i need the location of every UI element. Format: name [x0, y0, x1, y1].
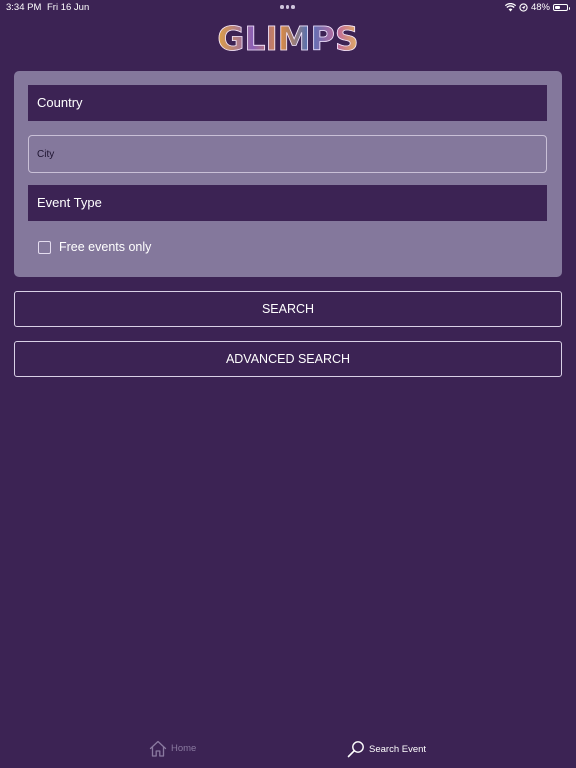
tab-search-event[interactable]: Search Event	[347, 740, 426, 758]
status-date: Fri 16 Jun	[47, 2, 90, 13]
search-icon	[347, 741, 364, 758]
event-type-select[interactable]: Event Type	[28, 185, 547, 221]
home-icon	[149, 740, 167, 757]
event-type-select-label: Event Type	[37, 195, 102, 210]
battery-percentage: 48%	[530, 2, 550, 13]
tab-home-label: Home	[171, 743, 197, 754]
wifi-icon	[504, 3, 516, 12]
city-input[interactable]	[28, 135, 547, 173]
advanced-search-button[interactable]: ADVANCED SEARCH	[14, 341, 562, 377]
multitasking-dots-icon[interactable]	[280, 5, 295, 9]
app-logo-text: GLIMPS	[217, 19, 359, 58]
country-select[interactable]: Country	[28, 85, 547, 121]
tab-home[interactable]: Home	[149, 740, 196, 757]
status-time: 3:34 PM	[6, 2, 42, 13]
tab-search-event-label: Search Event	[369, 743, 427, 755]
tab-bar: Home Search Event	[0, 734, 576, 768]
free-events-checkbox[interactable]	[38, 240, 51, 254]
search-form-panel: Country Event Type Free events only	[14, 71, 562, 277]
app-logo: GLIMPS	[217, 21, 359, 56]
status-bar: 3:34 PM Fri 16 Jun 48%	[0, 0, 576, 16]
search-button[interactable]: SEARCH	[14, 291, 562, 327]
battery-icon	[553, 4, 570, 11]
country-select-label: Country	[37, 95, 83, 110]
location-icon	[519, 3, 528, 12]
free-events-row[interactable]: Free events only	[38, 240, 151, 254]
free-events-label: Free events only	[59, 240, 152, 254]
status-indicators: 48%	[504, 2, 570, 13]
